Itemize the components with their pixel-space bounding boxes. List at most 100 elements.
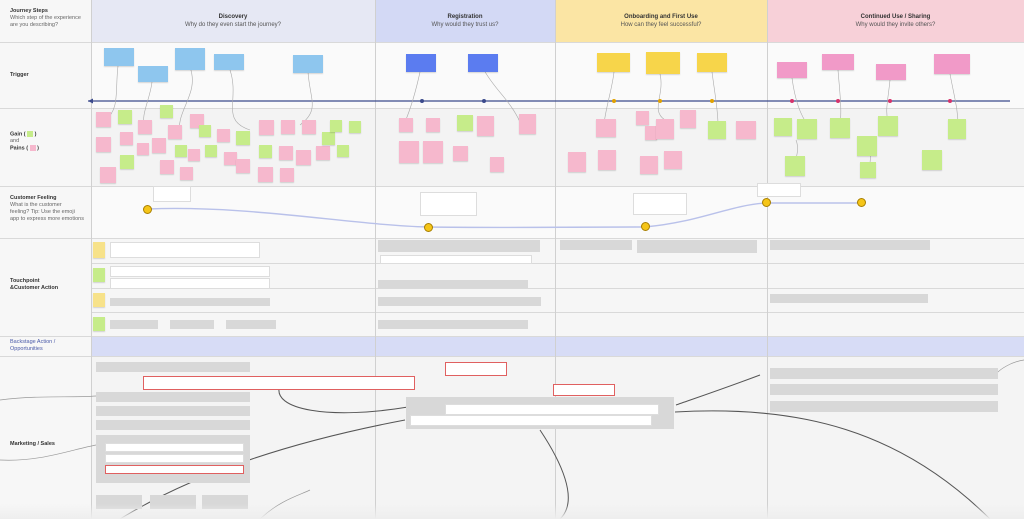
highlight-note[interactable] [445,362,507,376]
pain-sticky[interactable] [656,119,674,139]
touchpoint-bar[interactable] [560,240,632,250]
gain-sticky[interactable] [175,145,187,157]
gain-sticky[interactable] [120,155,134,169]
gain-sticky[interactable] [797,119,817,139]
pain-sticky[interactable] [96,112,111,127]
gain-sticky[interactable] [708,121,726,139]
trigger-sticky[interactable] [214,54,244,70]
trigger-sticky[interactable] [104,48,134,66]
marketing-card[interactable] [105,454,244,463]
pain-sticky[interactable] [568,152,586,172]
pain-sticky[interactable] [120,132,133,145]
pain-sticky[interactable] [258,167,273,182]
trigger-sticky[interactable] [822,54,854,70]
trigger-sticky[interactable] [175,48,205,70]
feeling-note[interactable] [757,183,801,197]
touchpoint-bar[interactable] [110,298,270,306]
trigger-sticky[interactable] [876,64,906,80]
pain-sticky[interactable] [598,150,616,170]
gain-sticky[interactable] [199,125,211,137]
pain-sticky[interactable] [259,120,274,135]
touchpoint-bar[interactable] [770,240,930,250]
trigger-sticky[interactable] [406,54,436,72]
gain-sticky[interactable] [349,121,361,133]
trigger-sticky[interactable] [777,62,807,78]
pain-sticky[interactable] [96,137,111,152]
pain-sticky[interactable] [426,118,440,132]
pain-sticky[interactable] [160,160,174,174]
marketing-bar[interactable] [770,401,998,412]
pain-sticky[interactable] [453,146,468,161]
backstage-card[interactable] [410,415,652,426]
pain-sticky[interactable] [236,159,250,173]
trigger-sticky[interactable] [646,52,680,74]
trigger-sticky[interactable] [934,54,970,74]
touchpoint-card[interactable] [110,242,260,258]
pain-sticky[interactable] [280,168,294,182]
touchpoint-bar[interactable] [378,320,528,329]
pain-sticky[interactable] [477,116,494,136]
pain-sticky[interactable] [490,157,504,172]
pain-sticky[interactable] [423,141,443,163]
pain-sticky[interactable] [217,129,230,142]
gain-sticky[interactable] [857,136,877,156]
touchpoint-bar[interactable] [110,320,158,329]
journey-map-board[interactable]: Discovery Why do they even start the jou… [0,0,1024,519]
pain-sticky[interactable] [168,125,182,139]
feeling-note[interactable] [633,193,687,215]
touchpoint-sticky[interactable] [93,293,105,307]
gain-sticky[interactable] [878,116,898,136]
highlight-note[interactable] [143,376,415,390]
pain-sticky[interactable] [281,120,295,134]
marketing-bar[interactable] [96,392,250,402]
feeling-note[interactable] [153,186,191,202]
touchpoint-bar[interactable] [770,294,928,303]
touchpoint-card[interactable] [110,266,270,277]
highlight-note[interactable] [553,384,615,396]
feeling-note[interactable] [420,192,477,216]
pain-sticky[interactable] [302,120,316,134]
pain-sticky[interactable] [399,118,413,132]
pain-sticky[interactable] [296,150,311,165]
gain-sticky[interactable] [785,156,805,176]
marketing-bar[interactable] [770,368,998,379]
gain-sticky[interactable] [337,145,349,157]
pain-sticky[interactable] [664,151,682,169]
touchpoint-card[interactable] [110,278,270,289]
pain-sticky[interactable] [180,167,193,180]
pain-sticky[interactable] [680,110,696,128]
pain-sticky[interactable] [640,156,658,174]
gain-sticky[interactable] [860,162,876,178]
pain-sticky[interactable] [736,121,756,139]
marketing-bar[interactable] [770,384,998,395]
marketing-bar[interactable] [96,362,250,372]
marketing-bar[interactable] [96,420,250,430]
touchpoint-bar[interactable] [378,297,541,306]
touchpoint-bar[interactable] [170,320,214,329]
pain-sticky[interactable] [596,119,616,137]
pain-sticky[interactable] [316,146,330,160]
stage-discovery[interactable]: Discovery Why do they even start the jou… [91,0,375,42]
pain-sticky[interactable] [138,120,152,134]
gain-sticky[interactable] [205,145,217,157]
gain-sticky[interactable] [457,115,473,131]
gain-sticky[interactable] [948,119,966,139]
pain-sticky[interactable] [399,141,419,163]
gain-sticky[interactable] [259,145,272,158]
backstage-card[interactable] [445,404,659,415]
pain-sticky[interactable] [152,138,166,153]
marketing-card[interactable] [105,465,244,474]
pain-sticky[interactable] [100,167,116,183]
pain-sticky[interactable] [137,143,149,155]
touchpoint-card[interactable] [380,255,532,264]
trigger-sticky[interactable] [468,54,498,72]
pain-sticky[interactable] [279,146,293,160]
trigger-sticky[interactable] [293,55,323,73]
trigger-sticky[interactable] [597,53,630,72]
gain-sticky[interactable] [118,110,132,124]
touchpoint-bar[interactable] [637,240,757,253]
touchpoint-sticky[interactable] [93,242,105,258]
marketing-card[interactable] [105,443,244,452]
gain-sticky[interactable] [322,132,335,145]
stage-registration[interactable]: Registration Why would they trust us? [375,0,555,42]
